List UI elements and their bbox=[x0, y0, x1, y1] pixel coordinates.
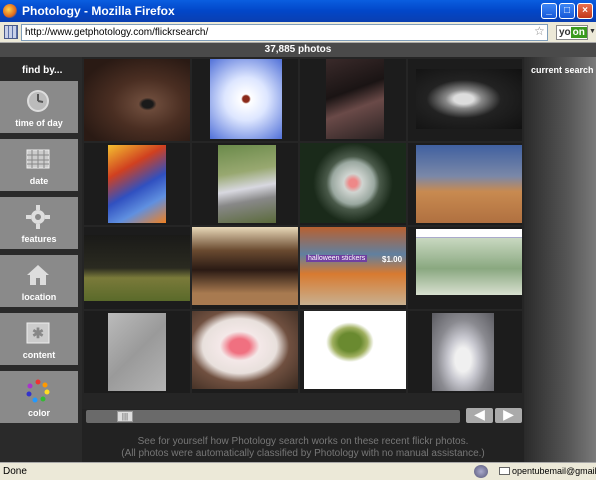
filter-color[interactable]: color bbox=[0, 371, 78, 423]
url-input[interactable]: http://www.getphotology.com/flickrsearch… bbox=[21, 24, 548, 41]
photo-thumbnail[interactable] bbox=[408, 311, 522, 393]
photo-hamster-wheel bbox=[300, 143, 406, 223]
svg-text:✱: ✱ bbox=[32, 325, 44, 341]
bookmark-star-icon[interactable]: ☆ bbox=[534, 24, 545, 38]
filter-location[interactable]: location bbox=[0, 255, 78, 307]
addon-status-icon[interactable] bbox=[474, 465, 488, 478]
photo-thumbnail[interactable] bbox=[408, 227, 522, 309]
firefox-icon bbox=[3, 4, 17, 18]
photo-thumbnail[interactable] bbox=[84, 311, 190, 393]
filter-date[interactable]: date bbox=[0, 139, 78, 191]
prev-page-button[interactable]: ◀ bbox=[466, 406, 493, 423]
photo-person-sitting bbox=[326, 59, 384, 139]
house-icon bbox=[27, 265, 49, 285]
maximize-button[interactable]: □ bbox=[559, 3, 575, 19]
photo-thumbnail[interactable] bbox=[192, 143, 298, 225]
page-content: 37,885 photos find by... time of day dat… bbox=[0, 43, 596, 462]
photo-jello-plate bbox=[192, 311, 298, 389]
yoono-addon-button[interactable]: yo on bbox=[556, 25, 588, 40]
address-bar: http://www.getphotology.com/flickrsearch… bbox=[0, 22, 596, 43]
photo-thumbnail[interactable] bbox=[192, 59, 298, 141]
filter-content[interactable]: ✱ content bbox=[0, 313, 78, 365]
footer-line-2: (All photos were automatically classifie… bbox=[121, 448, 485, 459]
filter-features[interactable]: features bbox=[0, 197, 78, 249]
footer-line-1: See for yourself how Photology search wo… bbox=[137, 436, 469, 447]
filter-label: time of day bbox=[15, 118, 63, 128]
photo-wall-sketch bbox=[108, 313, 166, 391]
photo-grid: halloween stickers $1.00 bbox=[82, 57, 524, 409]
minimize-button[interactable]: _ bbox=[541, 3, 557, 19]
filter-label: features bbox=[21, 234, 57, 244]
gallery-scrollbar[interactable] bbox=[86, 410, 460, 423]
photo-spider-on-blue bbox=[210, 59, 282, 139]
current-search-title: current search bbox=[531, 65, 594, 75]
photo-thumbnail[interactable] bbox=[192, 227, 298, 309]
photo-halloween-stickers-store bbox=[300, 227, 406, 305]
photo-frog-toy bbox=[304, 311, 406, 389]
photo-choir-group bbox=[192, 227, 298, 305]
filter-label: color bbox=[27, 408, 50, 418]
photo-eye-closeup bbox=[84, 59, 190, 141]
filter-label: date bbox=[29, 176, 49, 186]
photo-toy-train bbox=[218, 145, 276, 223]
status-text: Done bbox=[3, 466, 27, 477]
status-email[interactable]: opentubemail@gmail.com bbox=[512, 466, 596, 476]
photo-soccer-night bbox=[84, 235, 190, 301]
photo-basketball-game bbox=[416, 145, 522, 223]
price-tag-text: $1.00 bbox=[382, 255, 403, 264]
photo-count: 37,885 photos bbox=[0, 43, 596, 57]
filter-label: content bbox=[22, 350, 56, 360]
status-bar: Done opentubemail@gmail.com bbox=[0, 462, 596, 480]
close-button[interactable]: × bbox=[577, 3, 593, 19]
arrow-right-icon: ▶ bbox=[503, 406, 514, 422]
title-bar: Photology - Mozilla Firefox _ □ × bbox=[0, 0, 596, 22]
filter-label: location bbox=[21, 292, 57, 302]
photo-thumbnail[interactable] bbox=[84, 143, 190, 225]
photo-thumbnail[interactable] bbox=[408, 59, 522, 141]
color-wheel-icon bbox=[26, 379, 50, 403]
photo-snowman bbox=[432, 313, 494, 391]
site-icon bbox=[4, 25, 18, 39]
content-icon: ✱ bbox=[26, 322, 50, 344]
photo-woman-bw-portrait bbox=[416, 69, 522, 129]
scrollbar-thumb[interactable]: ||| bbox=[117, 411, 133, 422]
photo-thumbnail[interactable] bbox=[300, 311, 406, 393]
find-by-sidebar: find by... time of day date features loc… bbox=[0, 57, 82, 462]
photo-thumbnail[interactable] bbox=[84, 59, 190, 141]
gear-icon bbox=[26, 205, 50, 229]
halloween-sign-text: halloween stickers bbox=[306, 255, 368, 262]
filter-time-of-day[interactable]: time of day bbox=[0, 81, 78, 133]
photo-colorful-painting bbox=[108, 145, 166, 223]
photo-thumbnail[interactable] bbox=[408, 143, 522, 225]
photo-thumbnail[interactable] bbox=[192, 311, 298, 393]
window-title: Photology - Mozilla Firefox bbox=[22, 4, 175, 18]
photo-thumbnail[interactable] bbox=[300, 59, 406, 141]
clock-icon bbox=[27, 90, 49, 112]
footer-note: See for yourself how Photology search wo… bbox=[82, 436, 524, 460]
current-search-panel: current search bbox=[524, 57, 596, 462]
mail-icon[interactable] bbox=[499, 467, 510, 475]
photo-thumbnail[interactable]: halloween stickers $1.00 bbox=[300, 227, 406, 309]
yoono-label-yo: yo bbox=[559, 27, 571, 38]
yoono-label-on: on bbox=[570, 27, 587, 38]
dropdown-arrow-icon[interactable]: ▼ bbox=[589, 28, 596, 35]
calendar-icon bbox=[26, 149, 50, 169]
photo-thumbnail[interactable] bbox=[300, 143, 406, 225]
arrow-left-icon: ◀ bbox=[474, 406, 485, 422]
next-page-button[interactable]: ▶ bbox=[495, 406, 522, 423]
find-by-title: find by... bbox=[22, 65, 63, 76]
photo-thumbnail[interactable] bbox=[84, 227, 190, 309]
photo-map-webpage bbox=[416, 229, 522, 295]
